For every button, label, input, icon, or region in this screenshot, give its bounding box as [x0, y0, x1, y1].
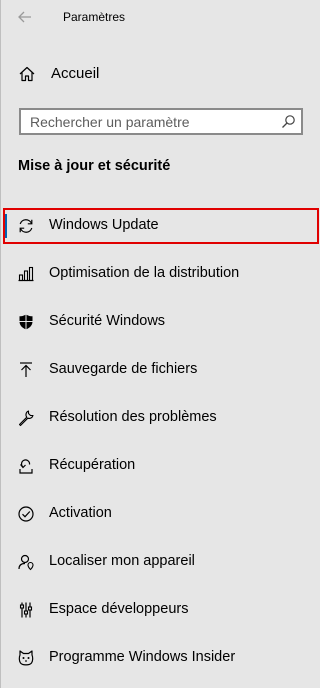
nav-item-windows-insider[interactable]: Programme Windows Insider: [1, 634, 320, 682]
delivery-optimization-icon: [17, 265, 35, 283]
nav-item-for-developers[interactable]: Espace développeurs: [1, 586, 320, 634]
nav-item-label: Localiser mon appareil: [49, 553, 195, 569]
nav-item-label: Sauvegarde de fichiers: [49, 361, 198, 377]
insider-cat-icon: [17, 649, 35, 667]
wrench-icon: [17, 409, 35, 427]
title-bar: Paramètres: [1, 0, 320, 36]
nav-item-recovery[interactable]: Récupération: [1, 442, 320, 490]
nav-item-label: Résolution des problèmes: [49, 409, 217, 425]
refresh-icon: [17, 217, 35, 235]
nav-item-label: Sécurité Windows: [49, 313, 166, 329]
developer-tools-icon: [17, 601, 35, 619]
section-title: Mise à jour et sécurité: [18, 158, 171, 174]
search-icon[interactable]: [281, 114, 296, 129]
nav-item-delivery-optimization[interactable]: Optimisation de la distribution: [1, 250, 320, 298]
check-circle-icon: [17, 505, 35, 523]
shield-icon: [17, 313, 35, 331]
search-input[interactable]: [21, 110, 276, 133]
nav-item-windows-security[interactable]: Sécurité Windows: [1, 298, 320, 346]
app-title: Paramètres: [63, 10, 126, 24]
nav-item-label: Optimisation de la distribution: [49, 265, 240, 281]
search-box[interactable]: [19, 108, 303, 135]
back-button[interactable]: [9, 4, 41, 30]
person-location-icon: [17, 553, 35, 571]
nav-item-label: Récupération: [49, 457, 136, 473]
home-icon: [18, 65, 36, 83]
nav-item-label: Activation: [49, 505, 112, 521]
nav-item-label: Espace développeurs: [49, 601, 189, 617]
backup-arrow-icon: [17, 361, 35, 379]
back-arrow-icon: [18, 11, 32, 23]
nav-item-label: Windows Update: [49, 217, 159, 233]
nav-item-backup[interactable]: Sauvegarde de fichiers: [1, 346, 320, 394]
nav-list: Windows Update Optimisation de la distri…: [1, 202, 320, 682]
nav-home[interactable]: Accueil: [1, 56, 320, 92]
settings-window: Paramètres Accueil Mise à jour et sécuri…: [0, 0, 319, 688]
nav-item-windows-update[interactable]: Windows Update: [1, 202, 320, 250]
recovery-icon: [17, 457, 35, 475]
nav-item-label: Programme Windows Insider: [49, 649, 236, 665]
nav-item-activation[interactable]: Activation: [1, 490, 320, 538]
nav-item-find-my-device[interactable]: Localiser mon appareil: [1, 538, 320, 586]
nav-home-label: Accueil: [51, 65, 100, 82]
nav-item-troubleshoot[interactable]: Résolution des problèmes: [1, 394, 320, 442]
